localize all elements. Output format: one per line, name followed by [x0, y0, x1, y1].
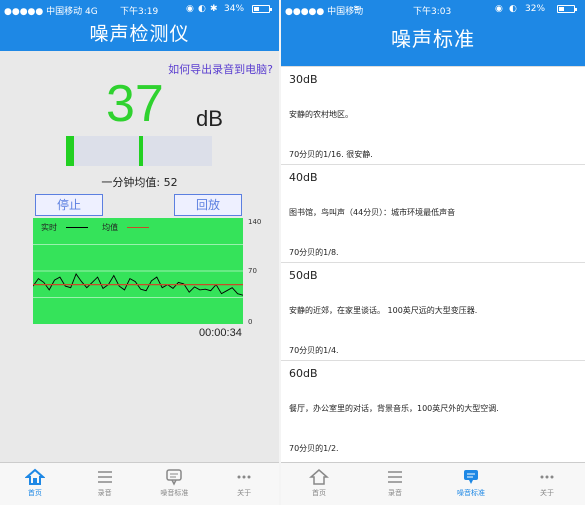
- more-icon: [237, 475, 251, 479]
- noise-standards-screen: ●●●●● 中国移动 ≋ 下午3:03 ◉ ◐ 32% 噪声标准 30dB 安静…: [281, 0, 585, 505]
- tab-recordings[interactable]: 录音: [357, 463, 433, 505]
- page-title: 噪声检测仪: [0, 19, 279, 51]
- list-item[interactable]: 40dB 图书馆，鸟叫声（44分贝）：城市环境最低声音 70分贝的1/8.: [281, 164, 585, 262]
- list-item[interactable]: 30dB 安静的农村地区。 70分贝的1/16. 很安静.: [281, 66, 585, 164]
- tab-recordings-label: 录音: [97, 489, 112, 497]
- tab-home[interactable]: 首页: [281, 463, 357, 505]
- item-ratio: 70分贝的1/2.: [289, 444, 339, 453]
- item-level: 60dB: [289, 367, 318, 380]
- battery-icon: [252, 5, 272, 13]
- tab-home-label: 首页: [312, 489, 326, 497]
- carrier-label: ●●●●● 中国移动: [285, 7, 364, 17]
- home-icon: [309, 469, 329, 485]
- tab-noise-standards-label: 噪音标准: [457, 489, 485, 497]
- noise-meter-screen: ●●●●● 中国移动 4G 下午3:19 ◉ ◐ ✱ 34% 噪声检测仪 如何导…: [0, 0, 279, 505]
- one-minute-average: 一分钟均值: 52: [101, 176, 178, 189]
- replay-button[interactable]: 回放: [174, 194, 242, 216]
- noise-chart: 实时 均值: [33, 218, 243, 324]
- item-description: 餐厅，办公室里的对话，背景音乐，100英尺外的大型空调.: [289, 404, 499, 413]
- bluetooth-icon: ✱: [210, 4, 218, 14]
- level-meter: [66, 136, 212, 166]
- stop-button[interactable]: 停止: [35, 194, 103, 216]
- carrier-label: ●●●●● 中国移动 4G: [4, 7, 98, 17]
- y-tick-140: 140: [248, 218, 262, 226]
- tab-home[interactable]: 首页: [0, 463, 70, 505]
- tab-noise-standards[interactable]: 噪音标准: [433, 463, 509, 505]
- list-item[interactable]: 50dB 安静的近郊，在家里谈话。 100英尺远的大型变压器. 70分贝的1/4…: [281, 262, 585, 360]
- average-level-marker: [139, 136, 143, 166]
- chart-plot: [33, 244, 243, 298]
- item-level: 50dB: [289, 269, 318, 282]
- location-icon: ◉: [186, 4, 194, 14]
- clock-label: 下午3:19: [120, 7, 159, 17]
- battery-icon: [557, 5, 577, 13]
- legend-realtime-swatch: [65, 227, 88, 228]
- item-level: 40dB: [289, 171, 318, 184]
- lock-icon: ◐: [509, 4, 517, 14]
- tab-recordings[interactable]: 录音: [70, 463, 140, 505]
- menu-icon: [97, 471, 112, 483]
- tab-about[interactable]: 关于: [209, 463, 279, 505]
- item-ratio: 70分贝的1/8.: [289, 248, 339, 257]
- tab-recordings-label: 录音: [388, 489, 402, 497]
- chat-icon: [166, 469, 183, 486]
- item-level: 30dB: [289, 73, 318, 86]
- tab-noise-standards-label: 噪音标准: [160, 489, 189, 497]
- y-tick-0: 0: [248, 318, 253, 326]
- legend-average-label: 均值: [102, 223, 119, 232]
- tab-noise-standards[interactable]: 噪音标准: [140, 463, 210, 505]
- item-description: 安静的近郊，在家里谈话。 100英尺远的大型变压器.: [289, 306, 478, 315]
- more-icon: [540, 475, 554, 479]
- tab-about[interactable]: 关于: [509, 463, 585, 505]
- menu-icon: [388, 471, 402, 483]
- legend-average-swatch: [126, 227, 149, 228]
- location-icon: ◉: [495, 4, 503, 14]
- tab-about-label: 关于: [237, 489, 252, 497]
- noise-standard-list: 30dB 安静的农村地区。 70分贝的1/16. 很安静. 40dB 图书馆，鸟…: [281, 66, 585, 458]
- recording-timer: 00:00:34: [199, 327, 242, 339]
- item-ratio: 70分贝的1/4.: [289, 346, 339, 355]
- battery-label: 34%: [224, 4, 245, 14]
- status-bar: ●●●●● 中国移动 ≋ 下午3:03 ◉ ◐ 32%: [281, 0, 585, 19]
- lock-icon: ◐: [198, 4, 206, 14]
- legend-realtime-label: 实时: [41, 223, 57, 232]
- tab-home-label: 首页: [27, 489, 42, 497]
- item-ratio: 70分贝的1/16. 很安静.: [289, 150, 373, 159]
- item-description: 图书馆，鸟叫声（44分贝）：城市环境最低声音: [289, 208, 456, 217]
- tab-about-label: 关于: [540, 489, 554, 497]
- y-tick-70: 70: [248, 267, 257, 275]
- page-title: 噪声标准: [281, 19, 585, 66]
- home-icon: [24, 468, 45, 485]
- db-unit: dB: [196, 106, 223, 131]
- chart-legend: 实时 均值: [41, 222, 149, 233]
- battery-label: 32%: [525, 4, 546, 14]
- db-value: 37: [106, 75, 164, 133]
- clock-label: 下午3:03: [413, 7, 452, 17]
- status-bar: ●●●●● 中国移动 4G 下午3:19 ◉ ◐ ✱ 34%: [0, 0, 279, 19]
- item-description: 安静的农村地区。: [289, 110, 353, 119]
- tab-bar: 首页 录音 噪音标准 关于: [281, 462, 585, 505]
- wifi-icon: ≋: [353, 4, 361, 14]
- export-recording-link[interactable]: 如何导出录音到电脑?: [168, 61, 273, 77]
- chat-icon: [464, 470, 478, 484]
- list-item[interactable]: 60dB 餐厅，办公室里的对话，背景音乐，100英尺外的大型空调. 70分贝的1…: [281, 360, 585, 458]
- tab-bar: 首页 录音 噪音标准 关于: [0, 462, 279, 505]
- current-level-bar: [66, 136, 74, 166]
